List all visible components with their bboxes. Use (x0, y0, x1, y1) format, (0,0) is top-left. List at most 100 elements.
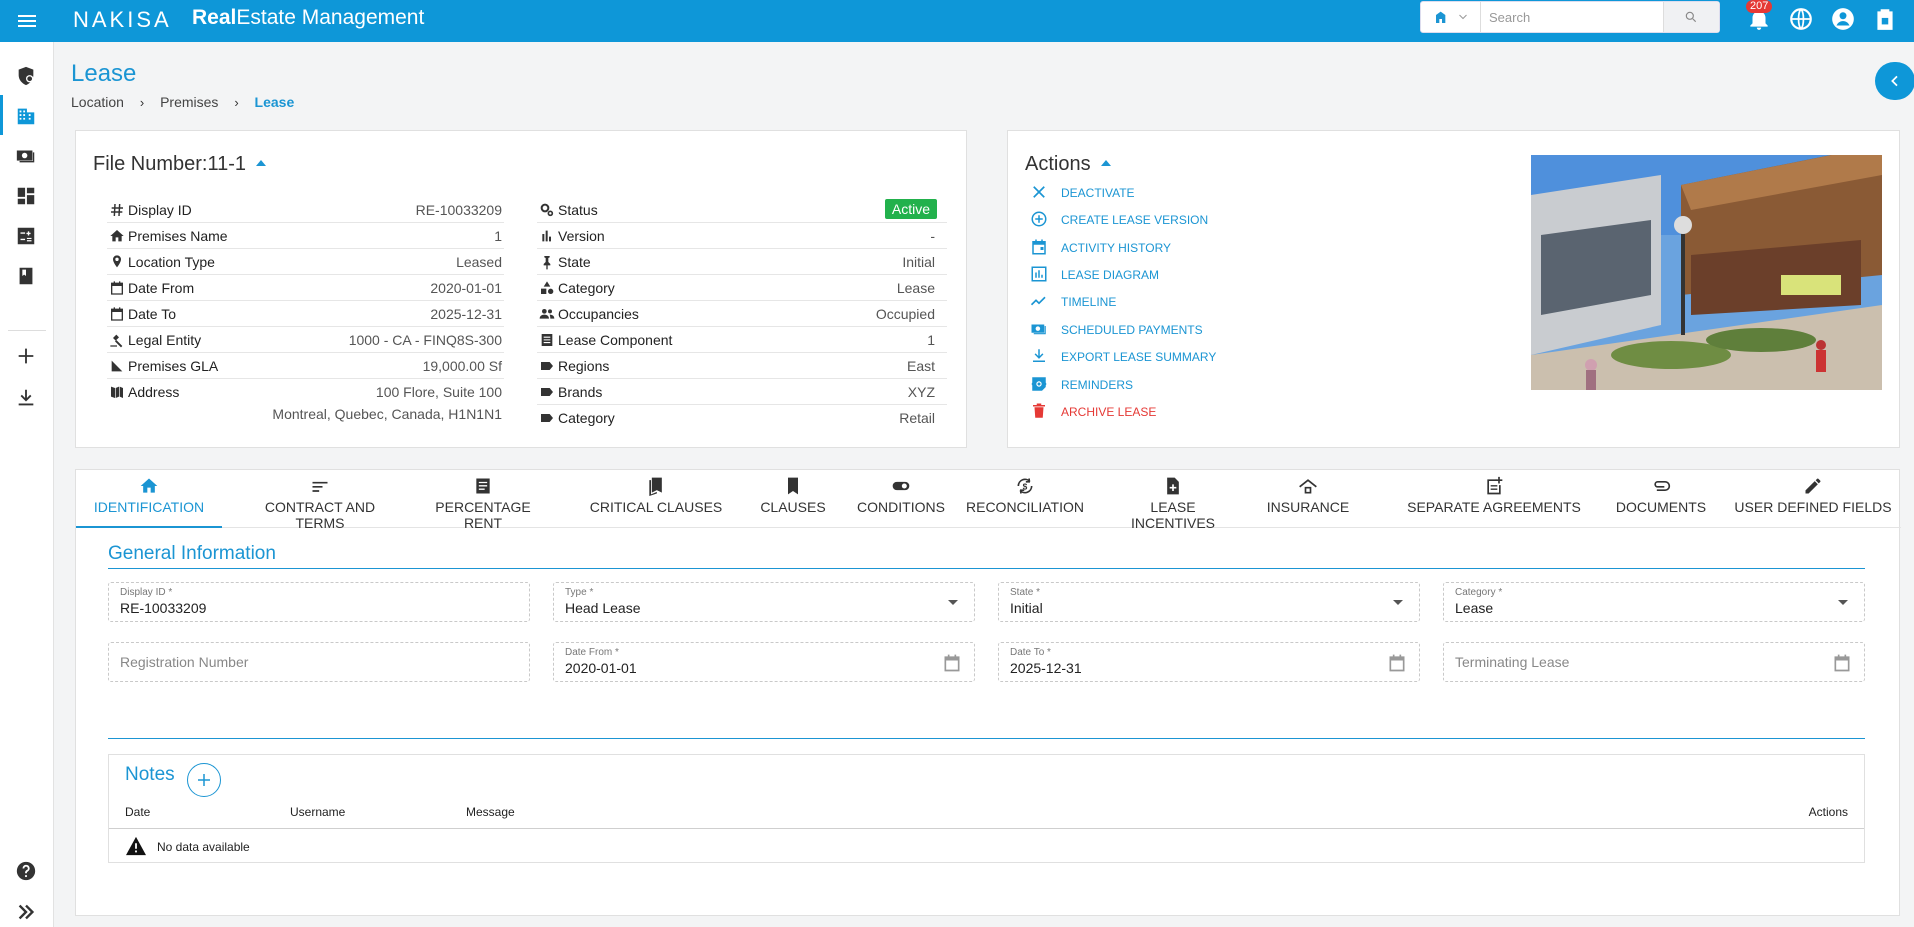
breadcrumb-premises[interactable]: Premises (160, 94, 218, 110)
caret-up-icon (256, 159, 267, 166)
tab-insurance[interactable]: INSURANCE (1260, 470, 1356, 528)
field-value: Initial (1010, 600, 1043, 616)
detail-key: Location Type (128, 254, 215, 270)
actions-title[interactable]: Actions (1025, 153, 1111, 176)
calendar-icon[interactable] (1387, 653, 1407, 673)
sidebar-item-expand[interactable] (0, 891, 54, 927)
detail-value: 100 Flore, Suite 100 (375, 384, 502, 400)
type-select[interactable]: Type * Head Lease (553, 582, 975, 622)
dashboard-icon (17, 187, 35, 205)
hash-icon (111, 203, 123, 217)
tab-percentage-rent[interactable]: PERCENTAGE RENT (418, 470, 548, 531)
column-header-date[interactable]: Date (125, 805, 150, 819)
search-type-select[interactable] (1421, 2, 1481, 32)
search-input[interactable] (1489, 7, 1659, 27)
detail-key: Date To (128, 306, 176, 322)
help-icon (16, 861, 36, 881)
section-divider (108, 738, 1865, 739)
tab-conditions[interactable]: CONDITIONS (856, 470, 946, 528)
collapse-panel-button[interactable] (1875, 62, 1914, 100)
sidebar-item-add[interactable] (0, 335, 54, 375)
sidebar-item-download[interactable] (0, 377, 54, 417)
registration-number-field[interactable]: Registration Number (108, 642, 530, 682)
calendar-icon[interactable] (942, 653, 962, 673)
breadcrumb-location[interactable]: Location (71, 94, 124, 110)
category-select[interactable]: Category * Lease (1443, 582, 1865, 622)
close-icon (1033, 186, 1045, 198)
sidebar-item-buildings[interactable] (0, 95, 54, 135)
sidebar-item-help[interactable] (0, 850, 54, 890)
breadcrumb-separator: › (139, 95, 145, 110)
date-to-field[interactable]: Date To * 2025-12-31 (998, 642, 1420, 682)
chevron-left-icon (1891, 75, 1898, 87)
detail-row: Brands XYZ (537, 379, 947, 405)
tab-identification[interactable]: IDENTIFICATION (76, 470, 222, 528)
label-icon (541, 414, 553, 422)
column-header-username[interactable]: Username (290, 805, 345, 819)
add-icon (18, 348, 34, 364)
terminating-lease-field[interactable]: Terminating Lease (1443, 642, 1865, 682)
tab-clauses[interactable]: CLAUSES (751, 470, 835, 528)
search-button[interactable] (1663, 2, 1719, 32)
tab-lease-incentives[interactable]: LEASE INCENTIVES (1109, 470, 1237, 531)
detail-value: Montreal, Quebec, Canada, H1N1N1 (272, 406, 502, 422)
add-note-button[interactable] (187, 763, 221, 797)
display-id-field[interactable]: Display ID * RE-10033209 (108, 582, 530, 622)
article-icon (476, 478, 490, 494)
menu-icon[interactable] (14, 9, 40, 33)
label-icon (541, 362, 553, 370)
column-header-actions: Actions (1808, 805, 1848, 819)
tab-documents[interactable]: DOCUMENTS (1611, 470, 1711, 528)
tab-critical-clauses[interactable]: CRITICAL CLAUSES (586, 470, 726, 528)
calendar-icon (111, 307, 123, 321)
sidebar-item-book[interactable] (0, 255, 54, 295)
detail-value: 2020-01-01 (430, 280, 502, 296)
detail-key: Occupancies (558, 306, 639, 322)
sidebar-item-security[interactable] (0, 55, 54, 95)
field-placeholder: Terminating Lease (1455, 654, 1570, 670)
field-value: RE-10033209 (120, 600, 207, 616)
tab-reconciliation[interactable]: $ RECONCILIATION (966, 470, 1084, 528)
field-label: Date To * (1010, 647, 1051, 658)
detail-key: Date From (128, 280, 195, 296)
state-select[interactable]: State * Initial (998, 582, 1420, 622)
file-details-card: File Number:11-1 Display ID RE-10033209 … (75, 130, 967, 448)
sidebar-item-calculator[interactable] (0, 215, 54, 255)
pin-icon (543, 256, 551, 270)
detail-value: XYZ (907, 384, 935, 400)
account-icon[interactable] (1830, 6, 1856, 32)
square-foot-icon (111, 360, 123, 372)
add-circle-icon (1031, 211, 1047, 227)
eye-icon[interactable] (1030, 375, 1048, 393)
page-title: Lease (71, 60, 137, 87)
tab-contract-and-terms[interactable]: CONTRACT AND TERMS (239, 470, 401, 531)
calendar-icon[interactable] (1832, 653, 1852, 673)
field-label: Date From * (565, 647, 619, 658)
column-header-message[interactable]: Message (466, 805, 515, 819)
date-from-field[interactable]: Date From * 2020-01-01 (553, 642, 975, 682)
sidebar-item-dashboard[interactable] (0, 175, 54, 215)
clipboard-icon[interactable] (1872, 6, 1898, 32)
detail-row: Date To 2025-12-31 (107, 301, 504, 327)
field-label: State * (1010, 587, 1041, 598)
reminders-action[interactable]: REMINDERS (1030, 375, 1170, 395)
detail-key: Category (558, 410, 615, 426)
detail-key: Legal Entity (128, 332, 202, 348)
file-number-title[interactable]: File Number:11-1 (93, 153, 267, 176)
detail-value: Lease (896, 280, 935, 296)
detail-value: 19,000.00 Sf (422, 358, 502, 374)
detail-value: RE-10033209 (415, 202, 502, 218)
detail-row: Category Retail (537, 405, 947, 431)
notes-title: Notes (125, 764, 175, 785)
tab-separate-agreements[interactable]: SEPARATE AGREEMENTS (1402, 470, 1586, 528)
trending-up-icon (1030, 296, 1046, 306)
tab-user-defined-fields[interactable]: USER DEFINED FIELDS (1733, 470, 1893, 528)
detail-row: Legal Entity 1000 - CA - FINQ8S-300 (107, 327, 504, 353)
sidebar-item-payments[interactable] (0, 135, 54, 175)
caret-up-icon (1100, 159, 1111, 166)
svg-text:$: $ (1023, 481, 1028, 491)
globe-icon[interactable] (1788, 6, 1814, 32)
detail-row: Category Lease (537, 275, 947, 301)
map-icon (111, 386, 123, 398)
field-value: Head Lease (565, 600, 641, 616)
